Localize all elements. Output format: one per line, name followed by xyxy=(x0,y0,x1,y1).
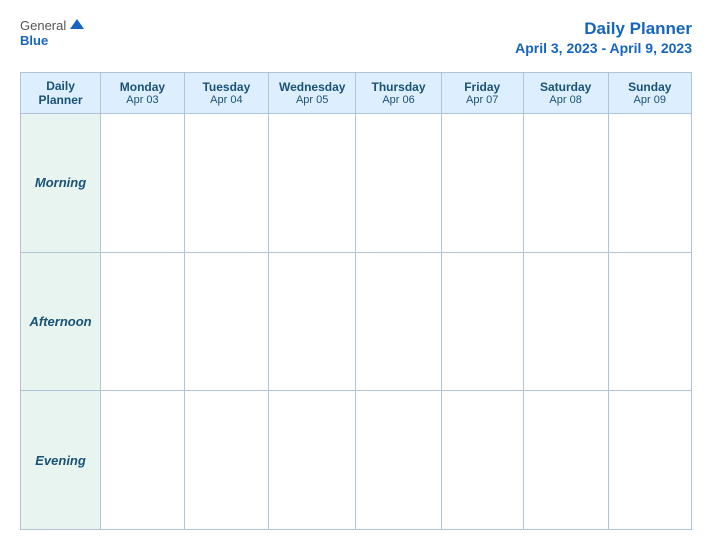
evening-row: Evening xyxy=(21,391,692,530)
afternoon-tuesday[interactable] xyxy=(184,252,268,391)
day-name-monday: Monday xyxy=(105,80,180,94)
planner-date-range: April 3, 2023 - April 9, 2023 xyxy=(515,40,692,56)
logo: General xyxy=(20,18,84,33)
afternoon-label: Afternoon xyxy=(21,252,101,391)
day-name-tuesday: Tuesday xyxy=(189,80,264,94)
table-corner-header: DailyPlanner xyxy=(21,73,101,114)
afternoon-row: Afternoon xyxy=(21,252,692,391)
morning-row: Morning xyxy=(21,114,692,253)
day-header-monday: Monday Apr 03 xyxy=(101,73,185,114)
logo-area: General Blue xyxy=(20,18,84,48)
day-name-wednesday: Wednesday xyxy=(273,80,351,94)
evening-tuesday[interactable] xyxy=(184,391,268,530)
logo-blue: Blue xyxy=(20,33,48,48)
header-row: DailyPlanner Monday Apr 03 Tuesday Apr 0… xyxy=(21,73,692,114)
day-header-friday: Friday Apr 07 xyxy=(441,73,523,114)
evening-sunday[interactable] xyxy=(608,391,691,530)
day-header-tuesday: Tuesday Apr 04 xyxy=(184,73,268,114)
day-date-saturday: Apr 08 xyxy=(528,94,604,106)
morning-label: Morning xyxy=(21,114,101,253)
morning-monday[interactable] xyxy=(101,114,185,253)
evening-saturday[interactable] xyxy=(523,391,608,530)
evening-label: Evening xyxy=(21,391,101,530)
page-header: General Blue Daily Planner April 3, 2023… xyxy=(20,18,692,58)
evening-friday[interactable] xyxy=(441,391,523,530)
planner-table: DailyPlanner Monday Apr 03 Tuesday Apr 0… xyxy=(20,72,692,530)
morning-friday[interactable] xyxy=(441,114,523,253)
morning-saturday[interactable] xyxy=(523,114,608,253)
day-header-sunday: Sunday Apr 09 xyxy=(608,73,691,114)
day-date-friday: Apr 07 xyxy=(446,94,519,106)
day-name-sunday: Sunday xyxy=(613,80,687,94)
day-date-wednesday: Apr 05 xyxy=(273,94,351,106)
morning-tuesday[interactable] xyxy=(184,114,268,253)
title-area: Daily Planner April 3, 2023 - April 9, 2… xyxy=(515,18,692,58)
day-header-thursday: Thursday Apr 06 xyxy=(356,73,441,114)
evening-thursday[interactable] xyxy=(356,391,441,530)
day-date-thursday: Apr 06 xyxy=(360,94,436,106)
day-name-thursday: Thursday xyxy=(360,80,436,94)
day-name-friday: Friday xyxy=(446,80,519,94)
evening-wednesday[interactable] xyxy=(268,391,355,530)
morning-thursday[interactable] xyxy=(356,114,441,253)
day-date-tuesday: Apr 04 xyxy=(189,94,264,106)
afternoon-thursday[interactable] xyxy=(356,252,441,391)
afternoon-sunday[interactable] xyxy=(608,252,691,391)
day-header-wednesday: Wednesday Apr 05 xyxy=(268,73,355,114)
day-name-saturday: Saturday xyxy=(528,80,604,94)
logo-general: General xyxy=(20,18,66,33)
morning-sunday[interactable] xyxy=(608,114,691,253)
day-date-monday: Apr 03 xyxy=(105,94,180,106)
afternoon-monday[interactable] xyxy=(101,252,185,391)
morning-wednesday[interactable] xyxy=(268,114,355,253)
planner-title: Daily Planner xyxy=(584,19,692,38)
afternoon-friday[interactable] xyxy=(441,252,523,391)
day-date-sunday: Apr 09 xyxy=(613,94,687,106)
evening-monday[interactable] xyxy=(101,391,185,530)
afternoon-wednesday[interactable] xyxy=(268,252,355,391)
afternoon-saturday[interactable] xyxy=(523,252,608,391)
logo-icon xyxy=(70,19,84,33)
day-header-saturday: Saturday Apr 08 xyxy=(523,73,608,114)
